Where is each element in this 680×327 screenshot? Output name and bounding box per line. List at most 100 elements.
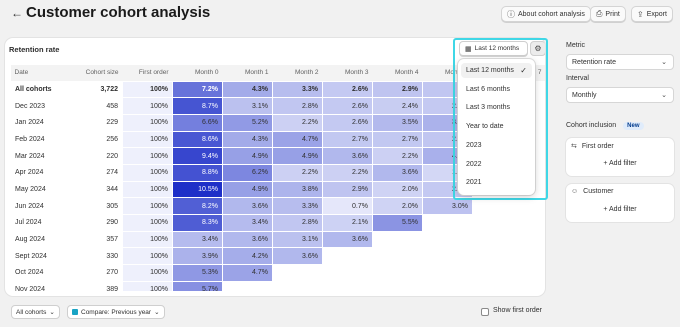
dropdown-option[interactable]: Year to date bbox=[461, 119, 532, 134]
column-header: First order bbox=[122, 65, 173, 81]
print-button[interactable]: ⎙ Print bbox=[590, 6, 626, 22]
retention-cell: 8.3% bbox=[172, 214, 223, 232]
cohort-date-cell: Nov 2024 bbox=[10, 280, 71, 291]
show-first-order-checkbox[interactable] bbox=[481, 308, 489, 316]
retention-cell: 2.9% bbox=[372, 80, 423, 99]
retention-cell bbox=[517, 264, 545, 282]
first-order-cell: 100% bbox=[122, 130, 173, 149]
retention-cell: 2.0% bbox=[372, 180, 423, 199]
compare-label: Compare: Previous year bbox=[81, 308, 152, 316]
cohort-date-cell: Dec 2023 bbox=[10, 97, 71, 115]
cohort-inclusion-label: Cohort inclusion bbox=[566, 122, 617, 129]
retention-cell bbox=[372, 247, 423, 266]
retention-cell: 2.0% bbox=[372, 197, 423, 215]
interval-select[interactable]: Monthly ⌄ bbox=[566, 87, 674, 103]
cohort-date-cell: May 2024 bbox=[10, 180, 71, 199]
first-order-cell: 100% bbox=[122, 163, 173, 182]
chevron-down-icon: ⌄ bbox=[661, 59, 667, 66]
metric-select[interactable]: Retention rate ⌄ bbox=[566, 54, 674, 70]
retention-cell: 2.4% bbox=[372, 97, 423, 115]
first-order-filter-box: ⇆ First order + Add filter bbox=[566, 138, 674, 176]
table-row: Aug 2024 357 100% 3.4% 3.6% 3.1% 3.6% bbox=[10, 230, 545, 249]
column-header: Month 1 bbox=[222, 65, 273, 81]
retention-cell bbox=[272, 264, 323, 282]
compare-select[interactable]: Compare: Previous year ⌄ bbox=[67, 305, 165, 319]
cohort-size-cell: 458 bbox=[70, 97, 123, 115]
retention-cell: 4.2% bbox=[222, 247, 273, 266]
retention-cell bbox=[372, 280, 423, 291]
retention-cell: 4.7% bbox=[222, 264, 273, 282]
metric-label: Metric bbox=[566, 42, 586, 49]
about-label: About cohort analysis bbox=[518, 10, 585, 18]
dropdown-option[interactable]: 2022 bbox=[461, 157, 532, 172]
retention-cell: 4.9% bbox=[272, 147, 323, 165]
export-button[interactable]: ⇪ Export bbox=[631, 6, 673, 22]
dropdown-option-label: Last 3 months bbox=[466, 104, 510, 112]
retention-cell bbox=[517, 230, 545, 249]
retention-cell: 3.4% bbox=[222, 214, 273, 232]
person-icon: ☺ bbox=[571, 188, 579, 195]
print-label: Print bbox=[605, 10, 620, 18]
chevron-down-icon: ⌄ bbox=[154, 309, 160, 316]
chevron-down-icon: ⌄ bbox=[661, 92, 667, 99]
dropdown-option-label: Last 6 months bbox=[466, 85, 510, 93]
about-cohort-analysis-button[interactable]: ⓘ About cohort analysis bbox=[501, 6, 591, 22]
export-label: Export bbox=[646, 10, 667, 18]
retention-cell bbox=[422, 230, 473, 249]
dropdown-option[interactable]: 2023 bbox=[461, 138, 532, 153]
order-icon: ⇆ bbox=[571, 143, 577, 150]
cohort-size-cell: 330 bbox=[70, 247, 123, 266]
info-icon: ⓘ bbox=[507, 9, 515, 19]
table-row: Jun 2024 305 100% 8.2% 3.6% 3.3% 0.7% 2.0% 3.0% bbox=[10, 197, 545, 215]
retention-cell bbox=[372, 230, 423, 249]
retention-cell: 4.3% bbox=[222, 80, 273, 99]
retention-cell: 3.6% bbox=[322, 147, 373, 165]
column-header: Month 2 bbox=[272, 65, 323, 81]
dropdown-option-label: Year to date bbox=[466, 123, 504, 131]
retention-cell: 6.2% bbox=[222, 163, 273, 182]
dropdown-option[interactable]: Last 6 months bbox=[461, 82, 532, 97]
cohort-size-cell: 305 bbox=[70, 197, 123, 215]
cohort-date-cell: Jun 2024 bbox=[10, 197, 71, 215]
first-order-cell: 100% bbox=[122, 180, 173, 199]
first-order-cell: 100% bbox=[122, 97, 173, 115]
retention-cell bbox=[472, 197, 518, 215]
retention-cell: 5.7% bbox=[172, 280, 223, 291]
table-row: Oct 2024 270 100% 5.3% 4.7% bbox=[10, 264, 545, 282]
retention-cell bbox=[472, 247, 518, 266]
first-order-cell: 100% bbox=[122, 197, 173, 215]
add-customer-filter-button[interactable]: + Add filter bbox=[566, 206, 674, 213]
retention-cell: 2.7% bbox=[322, 130, 373, 149]
dropdown-option[interactable]: Last 12 months ✓ bbox=[461, 63, 532, 78]
retention-cell: 3.3% bbox=[272, 197, 323, 215]
retention-cell: 3.6% bbox=[222, 197, 273, 215]
retention-cell: 4.9% bbox=[222, 147, 273, 165]
retention-cell: 3.0% bbox=[422, 197, 473, 215]
cohort-size-cell: 220 bbox=[70, 147, 123, 165]
cohort-date-cell: Apr 2024 bbox=[10, 163, 71, 182]
cohort-size-cell: 274 bbox=[70, 163, 123, 182]
dropdown-option[interactable]: 2021 bbox=[461, 175, 532, 190]
retention-cell bbox=[322, 247, 373, 266]
dropdown-option[interactable]: Last 3 months bbox=[461, 100, 532, 115]
first-order-cell: 100% bbox=[122, 264, 173, 282]
retention-cell: 4.7% bbox=[272, 130, 323, 149]
retention-cell: 3.9% bbox=[172, 247, 223, 266]
all-cohorts-select[interactable]: All cohorts ⌄ bbox=[11, 305, 60, 319]
retention-cell: 2.2% bbox=[372, 147, 423, 165]
retention-cell: 3.6% bbox=[322, 230, 373, 249]
retention-cell bbox=[422, 247, 473, 266]
cohort-date-cell: Aug 2024 bbox=[10, 230, 71, 249]
add-first-order-filter-button[interactable]: + Add filter bbox=[566, 160, 674, 167]
cohort-date-cell: Mar 2024 bbox=[10, 147, 71, 165]
interval-value: Monthly bbox=[572, 91, 597, 99]
retention-cell: 10.5% bbox=[172, 180, 223, 199]
customer-filter-box: ☺ Customer + Add filter bbox=[566, 184, 674, 222]
retention-cell: 7.2% bbox=[172, 80, 223, 99]
back-arrow-icon[interactable]: ← bbox=[10, 6, 24, 20]
cohort-date-cell: Jul 2024 bbox=[10, 214, 71, 232]
column-header: Date bbox=[10, 65, 71, 81]
retention-cell: 2.7% bbox=[372, 130, 423, 149]
cohort-date-cell: Feb 2024 bbox=[10, 130, 71, 149]
column-header: Month 4 bbox=[372, 65, 423, 81]
